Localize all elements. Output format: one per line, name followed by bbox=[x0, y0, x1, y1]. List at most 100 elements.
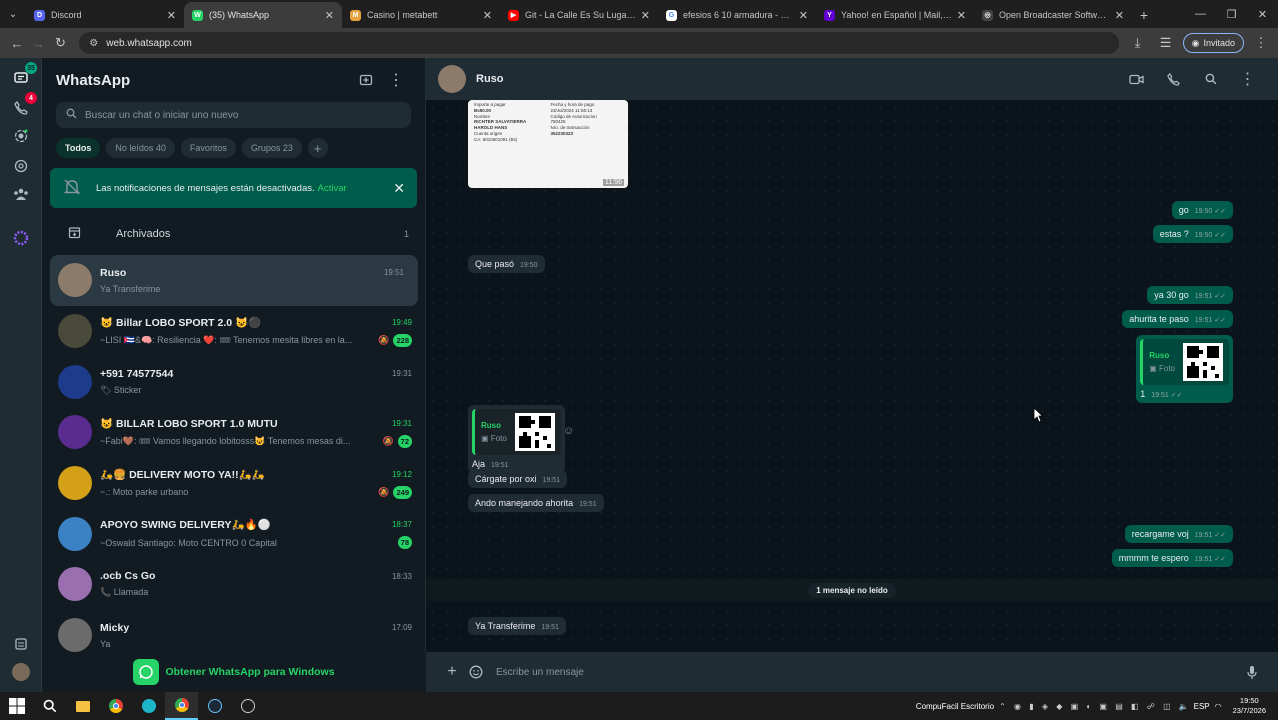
minimize-icon[interactable]: — bbox=[1185, 0, 1216, 28]
archived-row[interactable]: Archivados 1 bbox=[42, 214, 425, 254]
browser-tab[interactable]: D Discord ✕ bbox=[26, 2, 184, 28]
browser-tab[interactable]: W (35) WhatsApp ✕ bbox=[184, 2, 342, 28]
outgoing-message[interactable]: ya 30 go 19:51 ✓✓ bbox=[1147, 286, 1233, 304]
message-time: 19:50 bbox=[520, 262, 538, 269]
calls-icon[interactable]: 4 bbox=[11, 92, 37, 118]
browser-tab[interactable]: M Casino | metabett ✕ bbox=[342, 2, 500, 28]
outgoing-message[interactable]: go 19:50 ✓✓ bbox=[1171, 201, 1233, 219]
download-icon[interactable]: ⤓ bbox=[1127, 32, 1149, 54]
filter-chip[interactable]: No leídos 40 bbox=[106, 138, 175, 158]
quoted-message[interactable]: Ruso ▣ Foto bbox=[472, 409, 561, 455]
clock-time: 19:50 bbox=[1239, 696, 1259, 705]
filter-chip[interactable]: Todos bbox=[56, 138, 101, 158]
browser-tab[interactable]: Y Yahoo! en Español | Mail, Clima ✕ bbox=[816, 2, 974, 28]
site-info-icon[interactable]: ⚙ bbox=[89, 38, 98, 49]
new-tab-button[interactable]: + bbox=[1132, 2, 1156, 28]
app-icon-teal[interactable] bbox=[132, 692, 165, 720]
add-filter-icon[interactable]: + bbox=[307, 138, 328, 158]
reload-icon[interactable]: ↻ bbox=[50, 32, 72, 54]
file-explorer-icon[interactable] bbox=[66, 692, 99, 720]
incoming-message[interactable]: Que pasó 19:50 bbox=[468, 255, 545, 273]
close-icon[interactable]: ✕ bbox=[393, 180, 405, 197]
windows-taskbar: CompuFacil Escritorio ⌃ ◉ ▮ ◈ ◆ ▣ ◐ ▣ ▤ … bbox=[0, 692, 1278, 720]
profile-button[interactable]: ◉ Invitado bbox=[1182, 33, 1244, 53]
steam-icon[interactable] bbox=[198, 692, 231, 720]
browser-tab[interactable]: Gefesios 6 10 armadura - Buscar ✕ bbox=[658, 2, 816, 28]
tab-close-icon[interactable]: ✕ bbox=[483, 9, 492, 22]
chat-list-item[interactable]: +591 74577544 19:31 🏷 Sticker bbox=[42, 356, 426, 407]
browser-menu-icon[interactable]: ⋮ bbox=[1250, 32, 1272, 54]
forward-icon[interactable]: → bbox=[28, 32, 50, 54]
browser-tab[interactable]: ▶ Git - La Calle Es Su Lugar (A ✕ bbox=[500, 2, 658, 28]
filter-chip[interactable]: Favoritos bbox=[180, 138, 236, 158]
channels-icon[interactable] bbox=[11, 156, 31, 176]
restore-icon[interactable]: ❐ bbox=[1216, 0, 1247, 28]
profile-avatar[interactable] bbox=[11, 662, 31, 682]
quoted-message[interactable]: Ruso ▣ Foto bbox=[1140, 339, 1229, 385]
chat-list-item[interactable]: 😺 Billar LOBO SPORT 2.0 😺⚫ 19:49 ~LISI 🇨… bbox=[42, 306, 426, 357]
voice-call-icon[interactable] bbox=[1155, 72, 1192, 86]
clock[interactable]: 19:50 23/7/2026 bbox=[1233, 696, 1266, 716]
outgoing-message[interactable]: recargame voj 19:51 ✓✓ bbox=[1124, 525, 1233, 543]
message-input[interactable] bbox=[496, 666, 1240, 678]
taskbar-search-icon[interactable] bbox=[33, 692, 66, 720]
lang-indicator[interactable]: ESP bbox=[1194, 702, 1210, 711]
chrome-icon[interactable] bbox=[99, 692, 132, 720]
microphone-icon[interactable] bbox=[1240, 665, 1264, 680]
incoming-message[interactable]: Ruso ▣ Foto Aja 19:51 bbox=[468, 405, 565, 473]
tab-close-icon[interactable]: ✕ bbox=[325, 9, 334, 22]
communities-icon[interactable] bbox=[11, 184, 31, 204]
media-icon[interactable] bbox=[11, 634, 31, 654]
contact-avatar[interactable] bbox=[438, 65, 466, 93]
url-field[interactable]: ⚙ web.whatsapp.com bbox=[79, 32, 1119, 54]
contact-name[interactable]: Ruso bbox=[476, 73, 1118, 85]
get-windows-app-link[interactable]: Obtener WhatsApp para Windows bbox=[42, 652, 426, 692]
obs-icon[interactable] bbox=[231, 692, 264, 720]
meta-ai-icon[interactable] bbox=[11, 228, 31, 248]
tab-close-icon[interactable]: ✕ bbox=[167, 9, 176, 22]
incoming-message[interactable]: Ando manejando ahorita 19:51 bbox=[468, 494, 604, 512]
tab-close-icon[interactable]: ✕ bbox=[799, 9, 808, 22]
filter-chip[interactable]: Grupos 23 bbox=[241, 138, 302, 158]
attach-icon[interactable]: + bbox=[440, 663, 464, 681]
activate-notifications-link[interactable]: Activar bbox=[318, 183, 347, 194]
incoming-message[interactable]: Cárgate por oxi 19:51 bbox=[468, 470, 568, 488]
chats-icon[interactable]: 35 bbox=[11, 62, 37, 88]
new-chat-icon[interactable] bbox=[351, 65, 381, 95]
chat-list-item[interactable]: 🛵🍔 DELIVERY MOTO YA!!🛵🛵 19:12 ~.: Moto p… bbox=[42, 458, 426, 509]
tab-close-icon[interactable]: ✕ bbox=[1115, 9, 1124, 22]
chat-list-item[interactable]: APOYO SWING DELIVERY🛵🔥⚪ 18:37 ~Oswald Sa… bbox=[42, 508, 426, 559]
outgoing-message[interactable]: mmmm te espero 19:51 ✓✓ bbox=[1111, 549, 1233, 567]
react-emoji-icon[interactable]: ☺ bbox=[563, 425, 574, 437]
chat-list-item[interactable]: Ruso 19:51 Ya Transferime bbox=[50, 255, 418, 306]
tray-app-label[interactable]: CompuFacil Escritorio bbox=[916, 702, 994, 711]
reading-list-icon[interactable]: ☰ bbox=[1155, 32, 1177, 54]
emoji-icon[interactable] bbox=[464, 665, 488, 679]
outgoing-message[interactable]: Ruso ▣ Foto 1 19:51 ✓✓ bbox=[1136, 335, 1233, 403]
search-input[interactable] bbox=[85, 109, 401, 121]
video-call-icon[interactable] bbox=[1118, 74, 1155, 85]
outgoing-message[interactable]: ahurita te paso 19:51 ✓✓ bbox=[1122, 310, 1233, 328]
browser-tab[interactable]: ◎ Open Broadcaster Software | O ✕ bbox=[974, 2, 1132, 28]
status-icon[interactable] bbox=[11, 126, 31, 146]
chat-list-item[interactable]: .ocb Cs Go 18:33 📞 Llamada bbox=[42, 559, 426, 610]
search-messages-icon[interactable] bbox=[1192, 73, 1229, 85]
tray-icons[interactable]: ⌃ ◉ ▮ ◈ ◆ ▣ ◐ ▣ ▤ ◧ ☍ ◫ bbox=[999, 702, 1174, 711]
outgoing-message[interactable]: estas ? 19:50 ✓✓ bbox=[1152, 225, 1233, 243]
receipt-image[interactable]: Importe a pagar Bs50.00 Nombre RICHTER SALV… bbox=[468, 100, 628, 188]
tab-close-icon[interactable]: ✕ bbox=[957, 9, 966, 22]
tab-search-icon[interactable]: ⌄ bbox=[0, 0, 26, 28]
conversation-header[interactable]: Ruso ⋮ bbox=[426, 58, 1278, 100]
incoming-message[interactable]: Ya Transferime 19:51 bbox=[468, 617, 566, 635]
wifi-icon[interactable]: ◠ bbox=[1215, 702, 1222, 711]
close-window-icon[interactable]: ✕ bbox=[1247, 0, 1278, 28]
chrome-active-icon[interactable] bbox=[165, 692, 198, 720]
tab-close-icon[interactable]: ✕ bbox=[641, 9, 650, 22]
sidebar-menu-icon[interactable]: ⋮ bbox=[381, 65, 411, 95]
windows-start-icon[interactable] bbox=[0, 692, 33, 720]
volume-icon[interactable]: 🔈 bbox=[1179, 702, 1189, 711]
unread-count-badge: 78 bbox=[397, 536, 412, 550]
back-icon[interactable]: ← bbox=[6, 32, 28, 54]
conversation-menu-icon[interactable]: ⋮ bbox=[1229, 69, 1266, 89]
chat-list-item[interactable]: 😺 BILLAR LOBO SPORT 1.0 MUTU 19:31 ~Fabi… bbox=[42, 407, 426, 458]
